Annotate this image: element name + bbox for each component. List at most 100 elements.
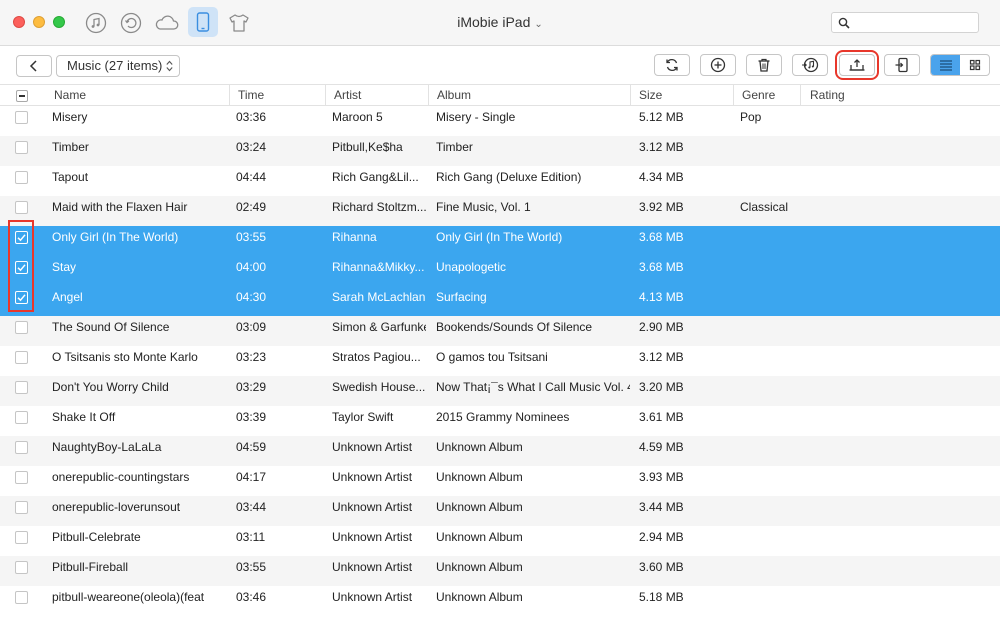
cell-artist: Rihanna&Mikky...: [332, 260, 425, 274]
cell-artist: Swedish House...: [332, 380, 426, 394]
column-header-name[interactable]: Name: [54, 88, 86, 102]
row-checkbox[interactable]: [15, 111, 28, 124]
column-header-album[interactable]: Album: [437, 88, 471, 102]
cell-name: Pitbull-Celebrate: [52, 530, 141, 544]
column-header-genre[interactable]: Genre: [742, 88, 775, 102]
row-checkbox[interactable]: [15, 561, 28, 574]
export-to-computer-button[interactable]: [835, 50, 879, 80]
cell-name: Timber: [52, 140, 89, 154]
cell-time: 03:09: [236, 320, 267, 334]
column-header-size[interactable]: Size: [639, 88, 662, 102]
songs-table-body: Misery 03:36 Maroon 5 Misery - Single 5.12 M…: [0, 106, 1000, 616]
cell-time: 03:23: [236, 350, 267, 364]
row-checkbox[interactable]: [15, 471, 28, 484]
cell-artist: Unknown Artist: [332, 500, 413, 514]
cell-album: Unknown Album: [436, 530, 523, 544]
table-row[interactable]: Maid with the Flaxen Hair 02:49 Richard St…: [0, 196, 1000, 226]
table-row[interactable]: Stay 04:00 Rihanna&Mikky... Unapologetic 3.6…: [0, 256, 1000, 286]
table-row[interactable]: onerepublic-countingstars 04:17 Unknown Ar…: [0, 466, 1000, 496]
row-checkbox[interactable]: [15, 501, 28, 514]
send-to-device-button[interactable]: [884, 54, 920, 76]
refresh-icon: [666, 58, 678, 72]
cell-album: Unknown Album: [436, 470, 523, 484]
cell-artist: Richard Stoltzm...: [332, 200, 426, 214]
row-checkbox[interactable]: [15, 441, 28, 454]
cell-name: Stay: [52, 260, 77, 274]
row-checkbox[interactable]: [15, 201, 28, 214]
cell-album: Misery - Single: [436, 110, 516, 124]
cell-name: Pitbull-Fireball: [52, 560, 129, 574]
checkmark-icon: [17, 264, 26, 272]
cell-album: O gamos tou Tsitsani: [436, 350, 548, 364]
row-checkbox[interactable]: [15, 171, 28, 184]
back-button[interactable]: [16, 55, 52, 77]
cell-size: 4.34 MB: [639, 170, 684, 184]
cell-album: Unapologetic: [436, 260, 507, 274]
cell-name: Maid with the Flaxen Hair: [52, 200, 188, 214]
cell-artist: Unknown Artist: [332, 440, 413, 454]
row-checkbox[interactable]: [15, 591, 28, 604]
table-row[interactable]: Pitbull-Fireball 03:55 Unknown Artist Unkno…: [0, 556, 1000, 586]
table-row[interactable]: Don't You Worry Child 03:29 Swedish House.…: [0, 376, 1000, 406]
table-row[interactable]: Tapout 04:44 Rich Gang&Lil... Rich Gang (De…: [0, 166, 1000, 196]
row-checkbox[interactable]: [15, 351, 28, 364]
cell-size: 2.94 MB: [639, 530, 684, 544]
table-row[interactable]: O Tsitsanis sto Monte Karlo 03:23 Stratos …: [0, 346, 1000, 376]
select-all-checkbox[interactable]: [16, 90, 28, 102]
row-checkbox[interactable]: [15, 141, 28, 154]
cell-name: Only Girl (In The World): [52, 230, 179, 244]
search-icon: [838, 17, 850, 29]
table-row[interactable]: onerepublic-loverunsout 03:44 Unknown Arti…: [0, 496, 1000, 526]
add-icon: [710, 57, 726, 73]
cell-album: Fine Music, Vol. 1: [436, 200, 531, 214]
row-checkbox[interactable]: [15, 411, 28, 424]
table-row[interactable]: The Sound Of Silence 03:09 Simon & Garfunk…: [0, 316, 1000, 346]
cell-artist: Sarah McLachlan: [332, 290, 426, 304]
table-row[interactable]: Timber 03:24 Pitbull,Ke$ha Timber 3.12 MB: [0, 136, 1000, 166]
column-header-rating[interactable]: Rating: [810, 88, 845, 102]
add-button[interactable]: [700, 54, 736, 76]
cell-artist: Unknown Artist: [332, 530, 413, 544]
row-checkbox-checked[interactable]: [15, 231, 28, 244]
search-input[interactable]: [831, 12, 979, 33]
to-itunes-button[interactable]: [792, 54, 828, 76]
cell-name: O Tsitsanis sto Monte Karlo: [52, 350, 198, 364]
table-row[interactable]: Misery 03:36 Maroon 5 Misery - Single 5.12 M…: [0, 106, 1000, 136]
cell-artist: Taylor Swift: [332, 410, 394, 424]
cell-time: 03:44: [236, 500, 267, 514]
column-header-artist[interactable]: Artist: [334, 88, 361, 102]
table-row[interactable]: Angel 04:30 Sarah McLachlan Surfacing 4.13 M…: [0, 286, 1000, 316]
view-mode-toggle[interactable]: [930, 54, 990, 76]
cell-genre: Classical: [740, 200, 789, 214]
table-row[interactable]: Only Girl (In The World) 03:55 Rihanna Only…: [0, 226, 1000, 256]
refresh-button[interactable]: [654, 54, 690, 76]
table-row[interactable]: NaughtyBoy-LaLaLa 04:59 Unknown Artist Unkn…: [0, 436, 1000, 466]
row-checkbox[interactable]: [15, 381, 28, 394]
cell-size: 3.12 MB: [639, 140, 684, 154]
cell-name: onerepublic-countingstars: [52, 470, 190, 484]
table-row[interactable]: Shake It Off 03:39 Taylor Swift 2015 Grammy…: [0, 406, 1000, 436]
row-checkbox-checked[interactable]: [15, 261, 28, 274]
cell-name: NaughtyBoy-LaLaLa: [52, 440, 162, 454]
checkmark-icon: [17, 234, 26, 242]
cell-size: 3.44 MB: [639, 500, 684, 514]
cell-name: onerepublic-loverunsout: [52, 500, 181, 514]
table-row[interactable]: pitbull-weareone(oleola)(feat 03:46 Unknow…: [0, 586, 1000, 616]
list-view-icon[interactable]: [931, 55, 960, 75]
cell-time: 03:24: [236, 140, 267, 154]
cell-time: 04:59: [236, 440, 267, 454]
cell-name: Tapout: [52, 170, 89, 184]
title-bar: iMobie iPad ⌄: [0, 0, 1000, 46]
row-checkbox-checked[interactable]: [15, 291, 28, 304]
cell-album: Bookends/Sounds Of Silence: [436, 320, 593, 334]
row-checkbox[interactable]: [15, 531, 28, 544]
cell-size: 3.20 MB: [639, 380, 684, 394]
cell-album: Surfacing: [436, 290, 487, 304]
cell-album: Unknown Album: [436, 560, 523, 574]
row-checkbox[interactable]: [15, 321, 28, 334]
column-header-time[interactable]: Time: [238, 88, 264, 102]
grid-view-icon[interactable]: [960, 55, 989, 75]
delete-button[interactable]: [746, 54, 782, 76]
table-row[interactable]: Pitbull-Celebrate 03:11 Unknown Artist Unkn…: [0, 526, 1000, 556]
category-selector[interactable]: Music (27 items): [56, 55, 180, 77]
